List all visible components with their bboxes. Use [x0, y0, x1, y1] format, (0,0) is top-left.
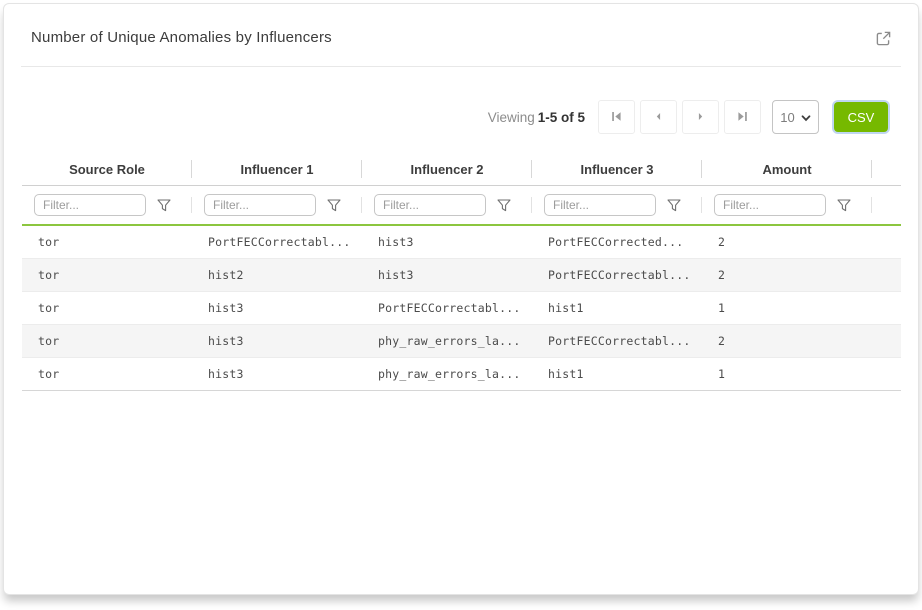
first-page-button[interactable] [598, 100, 635, 134]
cell-influencer-3: PortFECCorrectabl... [532, 259, 702, 291]
row-spacer [872, 259, 901, 291]
open-external-button[interactable] [875, 30, 892, 52]
filter-cell-source-role [22, 186, 192, 224]
next-page-button[interactable] [682, 100, 719, 134]
table-row[interactable]: tor hist3 phy_raw_errors_la... PortFECCo… [22, 325, 901, 358]
table-row[interactable]: tor PortFECCorrectabl... hist3 PortFECCo… [22, 226, 901, 259]
column-header-influencer-3[interactable]: Influencer 3 [532, 153, 702, 185]
table-header-row: Source Role Influencer 1 Influencer 2 In… [22, 153, 901, 186]
external-link-icon [875, 34, 892, 51]
table-body: tor PortFECCorrectabl... hist3 PortFECCo… [22, 226, 901, 391]
cell-influencer-3: hist1 [532, 292, 702, 324]
cell-influencer-1: hist3 [192, 292, 362, 324]
csv-export-button[interactable]: CSV [834, 102, 888, 132]
cell-influencer-1: PortFECCorrectabl... [192, 226, 362, 258]
page-size-select[interactable]: 10 [772, 100, 819, 134]
row-spacer [872, 358, 901, 390]
cell-source-role: tor [22, 292, 192, 324]
row-spacer [872, 292, 901, 324]
table-row[interactable]: tor hist3 PortFECCorrectabl... hist1 1 [22, 292, 901, 325]
cell-source-role: tor [22, 325, 192, 357]
column-header-amount[interactable]: Amount [702, 153, 872, 185]
column-header-influencer-1[interactable]: Influencer 1 [192, 153, 362, 185]
previous-page-button[interactable] [640, 100, 677, 134]
anomalies-table: Source Role Influencer 1 Influencer 2 In… [22, 153, 901, 391]
funnel-icon[interactable] [157, 199, 171, 212]
cell-influencer-1: hist3 [192, 358, 362, 390]
next-page-icon [695, 110, 706, 125]
header-spacer [872, 153, 901, 185]
filter-cell-amount [702, 186, 872, 224]
filter-input-influencer-2[interactable] [374, 194, 486, 216]
card-header: Number of Unique Anomalies by Influencer… [4, 4, 918, 52]
page: Number of Unique Anomalies by Influencer… [0, 0, 922, 610]
viewing-label: Viewing [488, 110, 535, 125]
chevron-down-icon [801, 110, 811, 125]
filter-row [22, 186, 901, 224]
funnel-icon[interactable] [327, 199, 341, 212]
cell-influencer-2: phy_raw_errors_la... [362, 358, 532, 390]
table-row[interactable]: tor hist2 hist3 PortFECCorrectabl... 2 [22, 259, 901, 292]
cell-amount: 2 [702, 259, 872, 291]
filter-input-influencer-1[interactable] [204, 194, 316, 216]
anomalies-card: Number of Unique Anomalies by Influencer… [3, 3, 919, 595]
last-page-button[interactable] [724, 100, 761, 134]
cell-amount: 2 [702, 226, 872, 258]
filter-cell-influencer-1 [192, 186, 362, 224]
cell-influencer-3: hist1 [532, 358, 702, 390]
row-spacer [872, 226, 901, 258]
cell-amount: 1 [702, 292, 872, 324]
last-page-icon [737, 110, 748, 125]
funnel-icon[interactable] [497, 199, 511, 212]
cell-influencer-3: PortFECCorrectabl... [532, 325, 702, 357]
column-header-influencer-2[interactable]: Influencer 2 [362, 153, 532, 185]
filter-cell-influencer-2 [362, 186, 532, 224]
filter-spacer [872, 186, 901, 224]
funnel-icon[interactable] [667, 199, 681, 212]
pagination-buttons [598, 100, 761, 134]
cell-amount: 2 [702, 325, 872, 357]
page-size-value: 10 [780, 110, 794, 125]
cell-influencer-2: hist3 [362, 259, 532, 291]
funnel-icon[interactable] [837, 199, 851, 212]
filter-input-amount[interactable] [714, 194, 826, 216]
filter-input-source-role[interactable] [34, 194, 146, 216]
viewing-range: 1-5 of 5 [538, 110, 585, 125]
filter-input-influencer-3[interactable] [544, 194, 656, 216]
viewing-status: Viewing1-5 of 5 [488, 110, 585, 125]
cell-influencer-2: hist3 [362, 226, 532, 258]
cell-source-role: tor [22, 259, 192, 291]
filter-cell-influencer-3 [532, 186, 702, 224]
table-row[interactable]: tor hist3 phy_raw_errors_la... hist1 1 [22, 358, 901, 391]
cell-amount: 1 [702, 358, 872, 390]
pagination-toolbar: Viewing1-5 of 5 [4, 100, 918, 134]
first-page-icon [611, 110, 622, 125]
cell-source-role: tor [22, 358, 192, 390]
page-title: Number of Unique Anomalies by Influencer… [31, 29, 332, 46]
cell-influencer-3: PortFECCorrected... [532, 226, 702, 258]
prev-page-icon [653, 110, 664, 125]
column-header-source-role[interactable]: Source Role [22, 153, 192, 185]
cell-influencer-1: hist3 [192, 325, 362, 357]
cell-source-role: tor [22, 226, 192, 258]
cell-influencer-2: PortFECCorrectabl... [362, 292, 532, 324]
row-spacer [872, 325, 901, 357]
cell-influencer-1: hist2 [192, 259, 362, 291]
header-divider [21, 66, 901, 67]
cell-influencer-2: phy_raw_errors_la... [362, 325, 532, 357]
